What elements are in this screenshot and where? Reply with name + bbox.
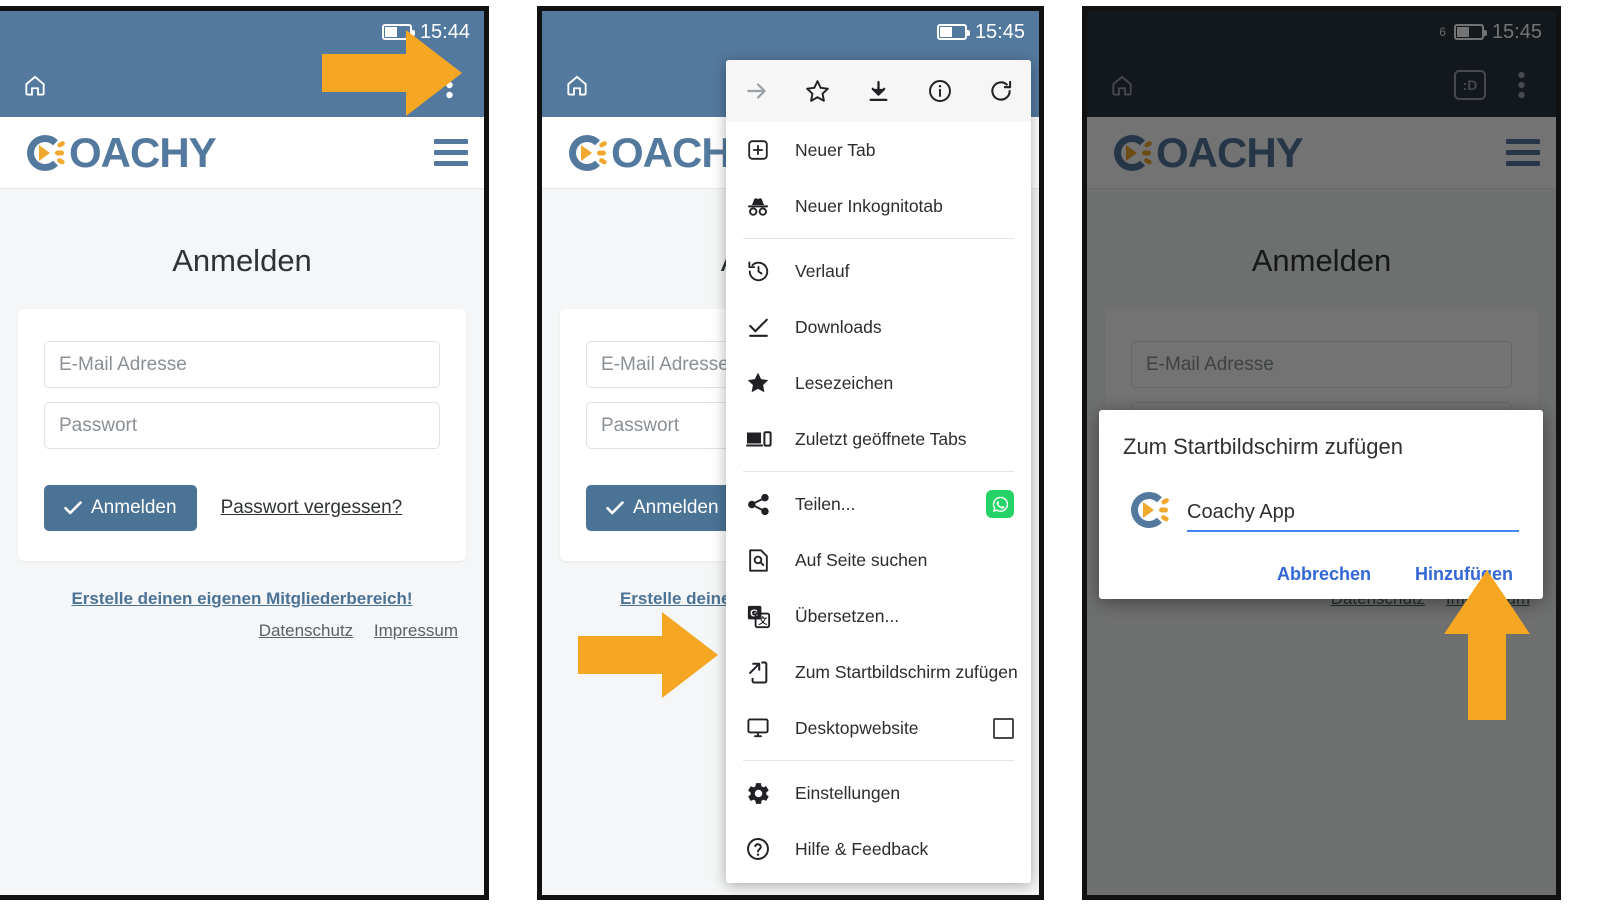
hamburger-menu-icon[interactable]	[434, 139, 468, 166]
history-icon	[743, 256, 773, 286]
menu-item-find-in-page[interactable]: Auf Seite suchen	[726, 532, 1031, 588]
star-filled-icon	[743, 368, 773, 398]
recent-tabs-icon	[743, 424, 773, 454]
page-footer-1: Erstelle deinen eigenen Mitgliederbereic…	[0, 589, 484, 641]
menu-item-label: Verlauf	[795, 260, 850, 281]
menu-separator	[743, 760, 1014, 761]
menu-item-new-incognito-tab[interactable]: Neuer Inkognitotab	[726, 178, 1031, 234]
svg-text:OACHY: OACHY	[69, 130, 217, 176]
three-dot-menu-icon[interactable]	[430, 66, 468, 104]
login-button-label: Anmelden	[633, 497, 719, 518]
gear-icon	[743, 778, 773, 808]
menu-item-label: Teilen...	[795, 493, 856, 514]
whatsapp-icon	[986, 490, 1014, 518]
menu-item-share[interactable]: Teilen...	[726, 476, 1031, 532]
menu-item-settings[interactable]: Einstellungen	[726, 765, 1031, 821]
check-icon	[606, 501, 624, 515]
share-icon	[743, 489, 773, 519]
battery-icon	[936, 24, 970, 40]
menu-item-label: Hilfe & Feedback	[795, 838, 929, 859]
menu-item-translate[interactable]: G 文 Übersetzen...	[726, 588, 1031, 644]
dialog-title: Zum Startbildschirm zufügen	[1123, 434, 1403, 459]
menu-item-help-feedback[interactable]: Hilfe & Feedback	[726, 821, 1031, 877]
menu-item-label: Neuer Inkognitotab	[795, 195, 943, 216]
incognito-icon	[743, 191, 773, 221]
status-clock: 15:44	[419, 20, 470, 43]
site-header-1: OACHY	[0, 117, 484, 189]
bookmark-star-icon[interactable]	[797, 70, 839, 112]
new-tab-icon	[743, 135, 773, 165]
menu-item-downloads[interactable]: Downloads	[726, 299, 1031, 355]
translate-icon: G 文	[743, 601, 773, 631]
menu-item-label: Übersetzen...	[795, 605, 900, 626]
page-title: Anmelden	[172, 243, 312, 278]
menu-item-label: Zuletzt geöffnete Tabs	[795, 428, 967, 449]
privacy-link[interactable]: Datenschutz	[259, 621, 354, 640]
menu-item-new-tab[interactable]: Neuer Tab	[726, 122, 1031, 178]
add-to-homescreen-icon	[743, 657, 773, 687]
chrome-overflow-menu[interactable]: Neuer Tab Neuer Inkognitotab Verlauf Dow…	[726, 60, 1031, 883]
chrome-menu-top-actions	[726, 60, 1031, 122]
phone-screenshot-1: 15:44 OACHY Anmelden E-Mail Adresse Pass…	[0, 6, 489, 900]
status-bar-2: 15:45	[542, 11, 1039, 53]
menu-item-label: Desktopwebsite	[795, 717, 919, 738]
home-icon[interactable]	[558, 66, 596, 104]
status-clock: 15:45	[974, 20, 1025, 43]
create-membership-link[interactable]: Erstelle deinen eigenen Mitgliederbereic…	[18, 589, 466, 609]
login-button[interactable]: Anmelden	[586, 485, 739, 531]
add-button[interactable]: Hinzufügen	[1415, 564, 1513, 585]
desktop-site-checkbox[interactable]	[993, 717, 1014, 739]
add-to-homescreen-dialog: Zum Startbildschirm zufügen Coachy App A…	[1099, 410, 1543, 599]
check-icon	[64, 501, 82, 515]
screenshot-stage: 15:44 OACHY Anmelden E-Mail Adresse Pass…	[0, 0, 1600, 906]
menu-item-label: Neuer Tab	[795, 139, 876, 160]
menu-item-label: Zum Startbildschirm zufügen	[795, 661, 1018, 682]
legal-links: Datenschutz Impressum	[18, 621, 466, 641]
menu-separator	[743, 471, 1014, 472]
browser-toolbar-1	[0, 53, 484, 117]
menu-item-label: Downloads	[795, 316, 882, 337]
menu-item-add-to-homescreen[interactable]: Zum Startbildschirm zufügen	[726, 644, 1031, 700]
menu-item-label: Einstellungen	[795, 782, 901, 803]
downloads-icon	[743, 312, 773, 342]
find-in-page-icon	[743, 545, 773, 575]
download-icon[interactable]	[858, 70, 900, 112]
phone-screenshot-2: 15:45 OACHY E-Mail Adresse Passwort Anme…	[537, 6, 1044, 900]
checkbox-unchecked-icon	[993, 717, 1014, 739]
imprint-link[interactable]: Impressum	[374, 621, 458, 640]
coachy-app-icon	[1127, 488, 1171, 532]
home-icon[interactable]	[16, 66, 54, 104]
status-bar-1: 15:44	[0, 11, 484, 53]
help-circle-icon	[743, 834, 773, 864]
battery-icon	[381, 24, 415, 40]
desktop-icon	[743, 713, 773, 743]
menu-separator	[743, 238, 1014, 239]
forward-icon[interactable]	[736, 70, 778, 112]
login-card: E-Mail Adresse Passwort Anmelden Passwor…	[18, 309, 466, 561]
login-button-label: Anmelden	[91, 497, 177, 518]
app-name-input[interactable]: Coachy App	[1187, 501, 1519, 532]
reload-icon[interactable]	[980, 70, 1022, 112]
cancel-button[interactable]: Abbrechen	[1277, 564, 1371, 585]
share-target-whatsapp[interactable]	[986, 490, 1014, 518]
page-body-1: Anmelden E-Mail Adresse Passwort Anmelde…	[0, 189, 484, 895]
login-button[interactable]: Anmelden	[44, 485, 197, 531]
phone-screenshot-3: 6 15:45 :D	[1082, 6, 1561, 900]
page-info-icon[interactable]	[919, 70, 961, 112]
menu-item-recent-tabs[interactable]: Zuletzt geöffnete Tabs	[726, 411, 1031, 467]
forgot-password-link[interactable]: Passwort vergessen?	[221, 497, 403, 519]
menu-item-label: Auf Seite suchen	[795, 549, 928, 570]
coachy-logo: OACHY	[16, 130, 254, 176]
email-field[interactable]: E-Mail Adresse	[44, 341, 440, 388]
menu-item-label: Lesezeichen	[795, 372, 894, 393]
menu-item-desktop-site[interactable]: Desktopwebsite	[726, 700, 1031, 756]
menu-item-bookmarks[interactable]: Lesezeichen	[726, 355, 1031, 411]
menu-item-history[interactable]: Verlauf	[726, 243, 1031, 299]
password-field[interactable]: Passwort	[44, 402, 440, 449]
svg-text:文: 文	[758, 615, 767, 626]
